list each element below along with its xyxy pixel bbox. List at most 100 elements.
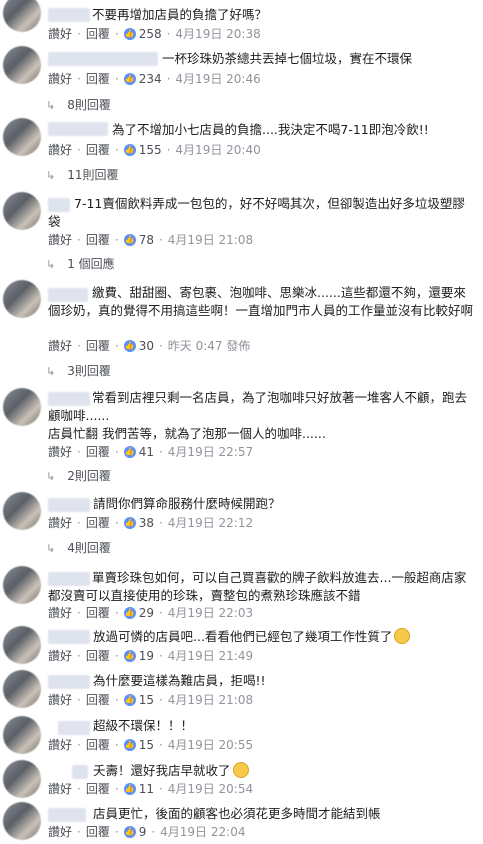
avatar[interactable] xyxy=(3,46,41,84)
like-icon[interactable]: 👍 xyxy=(123,339,136,352)
like-count[interactable]: 41 xyxy=(139,445,154,459)
commenter-name-redacted[interactable] xyxy=(48,808,86,822)
reply-button[interactable]: 回覆 xyxy=(86,337,110,354)
reply-button[interactable]: 回覆 xyxy=(86,691,110,708)
like-icon[interactable]: 👍 xyxy=(123,825,136,838)
like-count[interactable]: 9 xyxy=(139,825,147,839)
commenter-name-redacted[interactable] xyxy=(48,52,158,66)
like-count[interactable]: 19 xyxy=(139,649,154,663)
commenter-name-redacted[interactable] xyxy=(58,721,90,735)
timestamp[interactable]: 4月19日 22:03 xyxy=(168,604,253,621)
comment-actions: 讚好 · 回覆 · 👍 11 · 4月19日 20:54 xyxy=(48,780,254,797)
like-button[interactable]: 讚好 xyxy=(48,141,72,158)
view-replies-link[interactable]: ↳ 3則回覆 xyxy=(46,362,111,379)
like-count[interactable]: 15 xyxy=(139,738,154,752)
avatar[interactable] xyxy=(3,716,41,754)
avatar[interactable] xyxy=(3,280,41,318)
commenter-name-redacted[interactable] xyxy=(72,765,88,779)
timestamp[interactable]: 昨天 0:47 發佈 xyxy=(168,337,251,354)
avatar[interactable] xyxy=(3,118,41,156)
timestamp[interactable]: 4月19日 22:12 xyxy=(168,514,253,531)
reply-button[interactable]: 回覆 xyxy=(86,823,110,840)
like-icon[interactable]: 👍 xyxy=(123,606,136,619)
like-icon[interactable]: 👍 xyxy=(123,143,136,156)
reply-button[interactable]: 回覆 xyxy=(86,604,110,621)
like-button[interactable]: 讚好 xyxy=(48,604,72,621)
like-button[interactable]: 讚好 xyxy=(48,736,72,753)
avatar[interactable] xyxy=(3,492,41,530)
avatar[interactable] xyxy=(3,192,41,230)
view-replies-link[interactable]: ↳ 8則回覆 xyxy=(46,96,111,113)
like-button[interactable]: 讚好 xyxy=(48,514,72,531)
like-button[interactable]: 讚好 xyxy=(48,691,72,708)
like-count[interactable]: 11 xyxy=(139,782,154,796)
like-count[interactable]: 38 xyxy=(139,516,154,530)
like-icon[interactable]: 👍 xyxy=(123,233,136,246)
commenter-name-redacted[interactable] xyxy=(48,630,90,644)
timestamp[interactable]: 4月19日 20:46 xyxy=(175,70,260,87)
like-button[interactable]: 讚好 xyxy=(48,780,72,797)
reply-button[interactable]: 回覆 xyxy=(86,231,110,248)
timestamp[interactable]: 4月19日 21:08 xyxy=(168,231,253,248)
timestamp[interactable]: 4月19日 20:40 xyxy=(175,141,260,158)
like-count[interactable]: 30 xyxy=(139,339,154,353)
reply-button[interactable]: 回覆 xyxy=(86,25,110,42)
timestamp[interactable]: 4月19日 20:38 xyxy=(175,25,260,42)
like-button[interactable]: 讚好 xyxy=(48,647,72,664)
avatar[interactable] xyxy=(3,760,41,798)
like-icon[interactable]: 👍 xyxy=(123,27,136,40)
like-icon[interactable]: 👍 xyxy=(123,738,136,751)
like-icon[interactable]: 👍 xyxy=(123,649,136,662)
comment-actions: 讚好 · 回覆 · 👍 30 · 昨天 0:47 發佈 xyxy=(48,337,251,354)
commenter-name-redacted[interactable] xyxy=(48,675,90,689)
like-button[interactable]: 讚好 xyxy=(48,25,72,42)
like-count[interactable]: 234 xyxy=(139,72,162,86)
view-replies-link[interactable]: ↳ 11則回覆 xyxy=(46,166,119,183)
like-count[interactable]: 78 xyxy=(139,233,154,247)
like-icon[interactable]: 👍 xyxy=(123,516,136,529)
timestamp[interactable]: 4月19日 22:04 xyxy=(160,823,245,840)
avatar[interactable] xyxy=(3,388,41,426)
avatar[interactable] xyxy=(3,626,41,664)
comment-text: 為了不增加小七店員的負擔....我決定不喝7-11即泡冷飲!! xyxy=(112,122,429,137)
view-replies-link[interactable]: ↳ 2則回覆 xyxy=(46,467,111,484)
like-button[interactable]: 讚好 xyxy=(48,337,72,354)
commenter-name-redacted[interactable] xyxy=(48,8,90,22)
like-button[interactable]: 讚好 xyxy=(48,231,72,248)
comment: 為什麼要這樣為難店員，拒喝!! 讚好 · 回覆 · 👍 15 · 4月19日 21:08 xyxy=(0,668,483,714)
reply-button[interactable]: 回覆 xyxy=(86,514,110,531)
view-replies-link[interactable]: ↳ 1 個回應 xyxy=(46,255,115,272)
comment: 單賣珍珠包如何，可以自己買喜歡的牌子飲料放進去...一般超商店家都沒賣可以直接使… xyxy=(0,564,483,626)
avatar[interactable] xyxy=(3,0,41,32)
like-icon[interactable]: 👍 xyxy=(123,445,136,458)
reply-button[interactable]: 回覆 xyxy=(86,141,110,158)
view-replies-link[interactable]: ↳ 4則回覆 xyxy=(46,539,111,556)
avatar[interactable] xyxy=(3,802,41,840)
comment: 為了不增加小七店員的負擔....我決定不喝7-11即泡冷飲!! 讚好 · 回覆 · 👍 1… xyxy=(0,118,483,190)
reply-button[interactable]: 回覆 xyxy=(86,647,110,664)
reply-button[interactable]: 回覆 xyxy=(86,70,110,87)
like-button[interactable]: 讚好 xyxy=(48,70,72,87)
like-button[interactable]: 讚好 xyxy=(48,443,72,460)
timestamp[interactable]: 4月19日 20:54 xyxy=(168,780,253,797)
comment: 請問你們算命服務什麼時候開跑？ 讚好 · 回覆 · 👍 38 · 4月19日 22:12 ↳ 4… xyxy=(0,492,483,564)
reply-button[interactable]: 回覆 xyxy=(86,780,110,797)
like-button[interactable]: 讚好 xyxy=(48,823,72,840)
like-icon[interactable]: 👍 xyxy=(123,72,136,85)
like-count[interactable]: 29 xyxy=(139,606,154,620)
commenter-name-redacted[interactable] xyxy=(48,498,90,512)
like-icon[interactable]: 👍 xyxy=(123,782,136,795)
timestamp[interactable]: 4月19日 20:55 xyxy=(168,736,253,753)
avatar[interactable] xyxy=(3,670,41,708)
reply-button[interactable]: 回覆 xyxy=(86,736,110,753)
like-count[interactable]: 258 xyxy=(139,27,162,41)
like-count[interactable]: 15 xyxy=(139,693,154,707)
timestamp[interactable]: 4月19日 22:57 xyxy=(168,443,253,460)
commenter-name-redacted[interactable] xyxy=(48,122,108,136)
avatar[interactable] xyxy=(3,566,41,604)
like-count[interactable]: 155 xyxy=(139,143,162,157)
reply-button[interactable]: 回覆 xyxy=(86,443,110,460)
timestamp[interactable]: 4月19日 21:08 xyxy=(168,691,253,708)
like-icon[interactable]: 👍 xyxy=(123,693,136,706)
timestamp[interactable]: 4月19日 21:49 xyxy=(168,647,253,664)
